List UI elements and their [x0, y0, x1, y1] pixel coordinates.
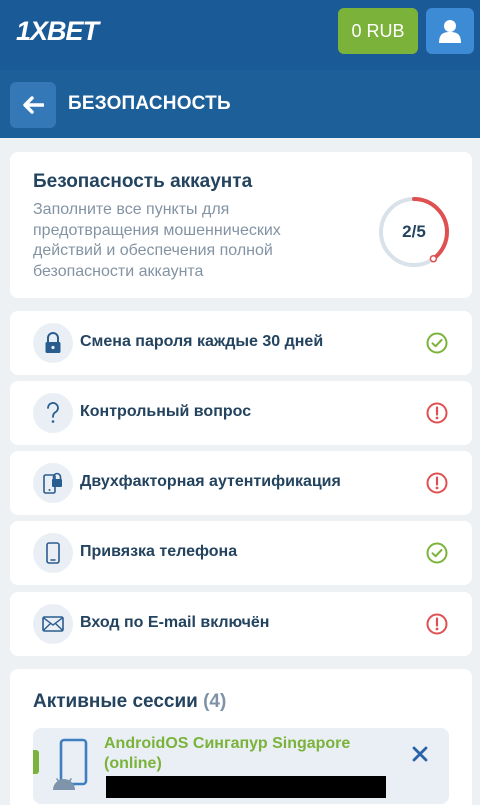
check-circle-icon [426, 332, 448, 354]
security-item-label: Смена пароля каждые 30 дней [80, 333, 324, 350]
balance-button[interactable]: 0 RUB [338, 8, 418, 54]
security-item-label: Контрольный вопрос [80, 403, 252, 420]
check-circle-icon [426, 542, 448, 564]
security-item-password[interactable]: Смена пароля каждые 30 дней [10, 311, 472, 375]
page-header: БЕЗОПАСНОСТЬ [0, 70, 480, 138]
profile-button[interactable] [426, 8, 474, 54]
security-item-label: Привязка телефона [80, 543, 238, 560]
warning-circle-icon [426, 613, 448, 635]
sessions-count: (4) [203, 691, 227, 712]
question-icon-wrap [33, 393, 73, 433]
page-title: БЕЗОПАСНОСТЬ [68, 93, 231, 114]
security-item-phone[interactable]: Привязка телефона [10, 521, 472, 585]
sessions-title-text: Активные сессии [33, 691, 198, 712]
two-factor-icon-wrap [33, 463, 73, 503]
session-details-redacted [106, 776, 386, 798]
phone-icon [46, 542, 60, 564]
security-item-two-factor[interactable]: Двухфакторная аутентификация [10, 451, 472, 515]
question-icon [47, 402, 59, 423]
session-item[interactable]: AndroidOS Сингапур Singapore (online) [33, 728, 449, 804]
security-title: Безопасность аккаунта [33, 171, 253, 192]
active-sessions-card: Активные сессии (4) AndroidOS Сингапур S… [10, 669, 472, 805]
security-summary-card: Безопасность аккаунта Заполните все пунк… [10, 152, 472, 298]
sessions-title: Активные сессии (4) [33, 691, 226, 713]
security-item-label: Двухфакторная аутентификация [80, 473, 341, 490]
security-item-label: Вход по E-mail включён [80, 614, 270, 631]
back-button[interactable] [10, 82, 56, 128]
warning-circle-icon [426, 402, 448, 424]
user-icon [439, 20, 461, 43]
two-factor-icon [43, 472, 62, 494]
session-name: AndroidOS Сингапур Singapore (online) [104, 735, 351, 772]
security-item-question[interactable]: Контрольный вопрос [10, 381, 472, 445]
envelope-icon-wrap [33, 604, 73, 644]
envelope-icon [42, 616, 64, 632]
lock-icon [45, 332, 61, 353]
session-online-indicator [33, 750, 39, 774]
security-item-email[interactable]: Вход по E-mail включён [10, 592, 472, 656]
arrow-left-icon [23, 96, 44, 114]
phone-icon-wrap [33, 533, 73, 573]
lock-icon-wrap [33, 323, 73, 363]
progress-label: 2/5 [402, 222, 426, 241]
warning-circle-icon [426, 472, 448, 494]
top-header: 1XBET 0 RUB [0, 0, 480, 70]
security-description: Заполните все пункты для предотвращения … [33, 201, 281, 280]
close-icon[interactable] [409, 743, 431, 765]
brand-logo[interactable]: 1XBET [16, 16, 99, 47]
android-device-icon [53, 738, 88, 790]
